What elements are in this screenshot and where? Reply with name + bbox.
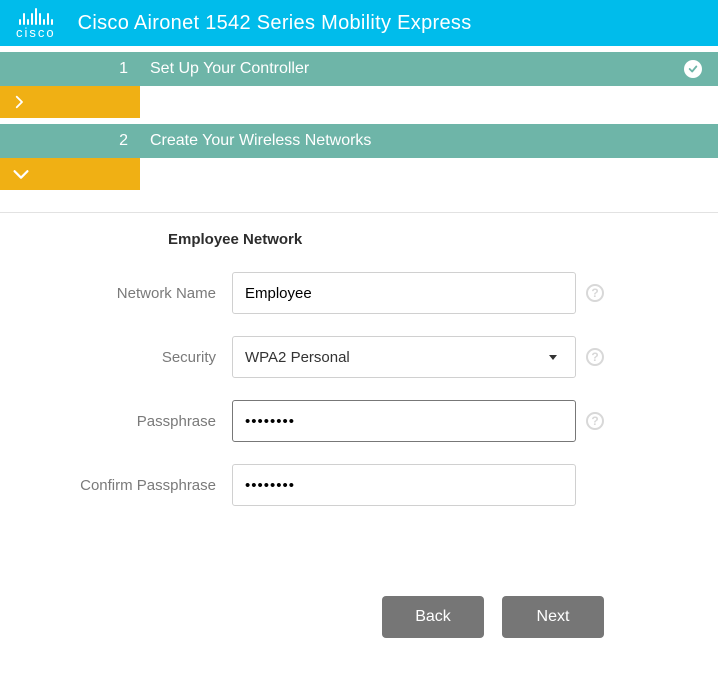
chevron-down-icon [10,163,32,185]
brand-name: cisco [16,25,56,40]
wizard-nav-buttons: Back Next [382,596,718,638]
step-title-text: Set Up Your Controller [150,60,309,78]
form-row-passphrase: Passphrase ? [0,400,718,442]
security-label: Security [0,349,232,366]
caret-down-icon [549,355,557,360]
cisco-logo-icon: cisco [16,7,56,40]
chevron-right-icon [10,93,28,111]
step-number: 1 [0,52,140,86]
section-heading: Employee Network [168,231,718,248]
step-expand-toggle[interactable] [0,158,140,190]
security-selected-value: WPA2 Personal [245,349,350,366]
employee-network-form: Employee Network Network Name ? Security… [0,213,718,638]
checkmark-circle-icon [684,60,702,78]
step-expand-toggle[interactable] [0,86,140,118]
step-number: 2 [0,124,140,158]
network-name-input[interactable] [232,272,576,314]
passphrase-input[interactable] [232,400,576,442]
brand-logo: cisco [16,7,56,40]
help-icon[interactable]: ? [586,412,604,430]
form-row-network-name: Network Name ? [0,272,718,314]
app-header: cisco Cisco Aironet 1542 Series Mobility… [0,0,718,46]
step-title[interactable]: Create Your Wireless Networks [140,124,718,158]
help-icon[interactable]: ? [586,284,604,302]
form-row-security: Security WPA2 Personal ? [0,336,718,378]
help-icon[interactable]: ? [586,348,604,366]
confirm-passphrase-label: Confirm Passphrase [0,477,232,494]
step-title[interactable]: Set Up Your Controller [140,52,718,86]
passphrase-label: Passphrase [0,413,232,430]
security-select[interactable]: WPA2 Personal [232,336,576,378]
step-title-text: Create Your Wireless Networks [150,132,371,150]
confirm-passphrase-input[interactable] [232,464,576,506]
wizard-step-2: 2 Create Your Wireless Networks [0,124,718,190]
page-title: Cisco Aironet 1542 Series Mobility Expre… [78,12,472,35]
back-button[interactable]: Back [382,596,484,638]
next-button[interactable]: Next [502,596,604,638]
form-row-confirm-passphrase: Confirm Passphrase [0,464,718,506]
wizard-step-1: 1 Set Up Your Controller [0,52,718,118]
network-name-label: Network Name [0,285,232,302]
